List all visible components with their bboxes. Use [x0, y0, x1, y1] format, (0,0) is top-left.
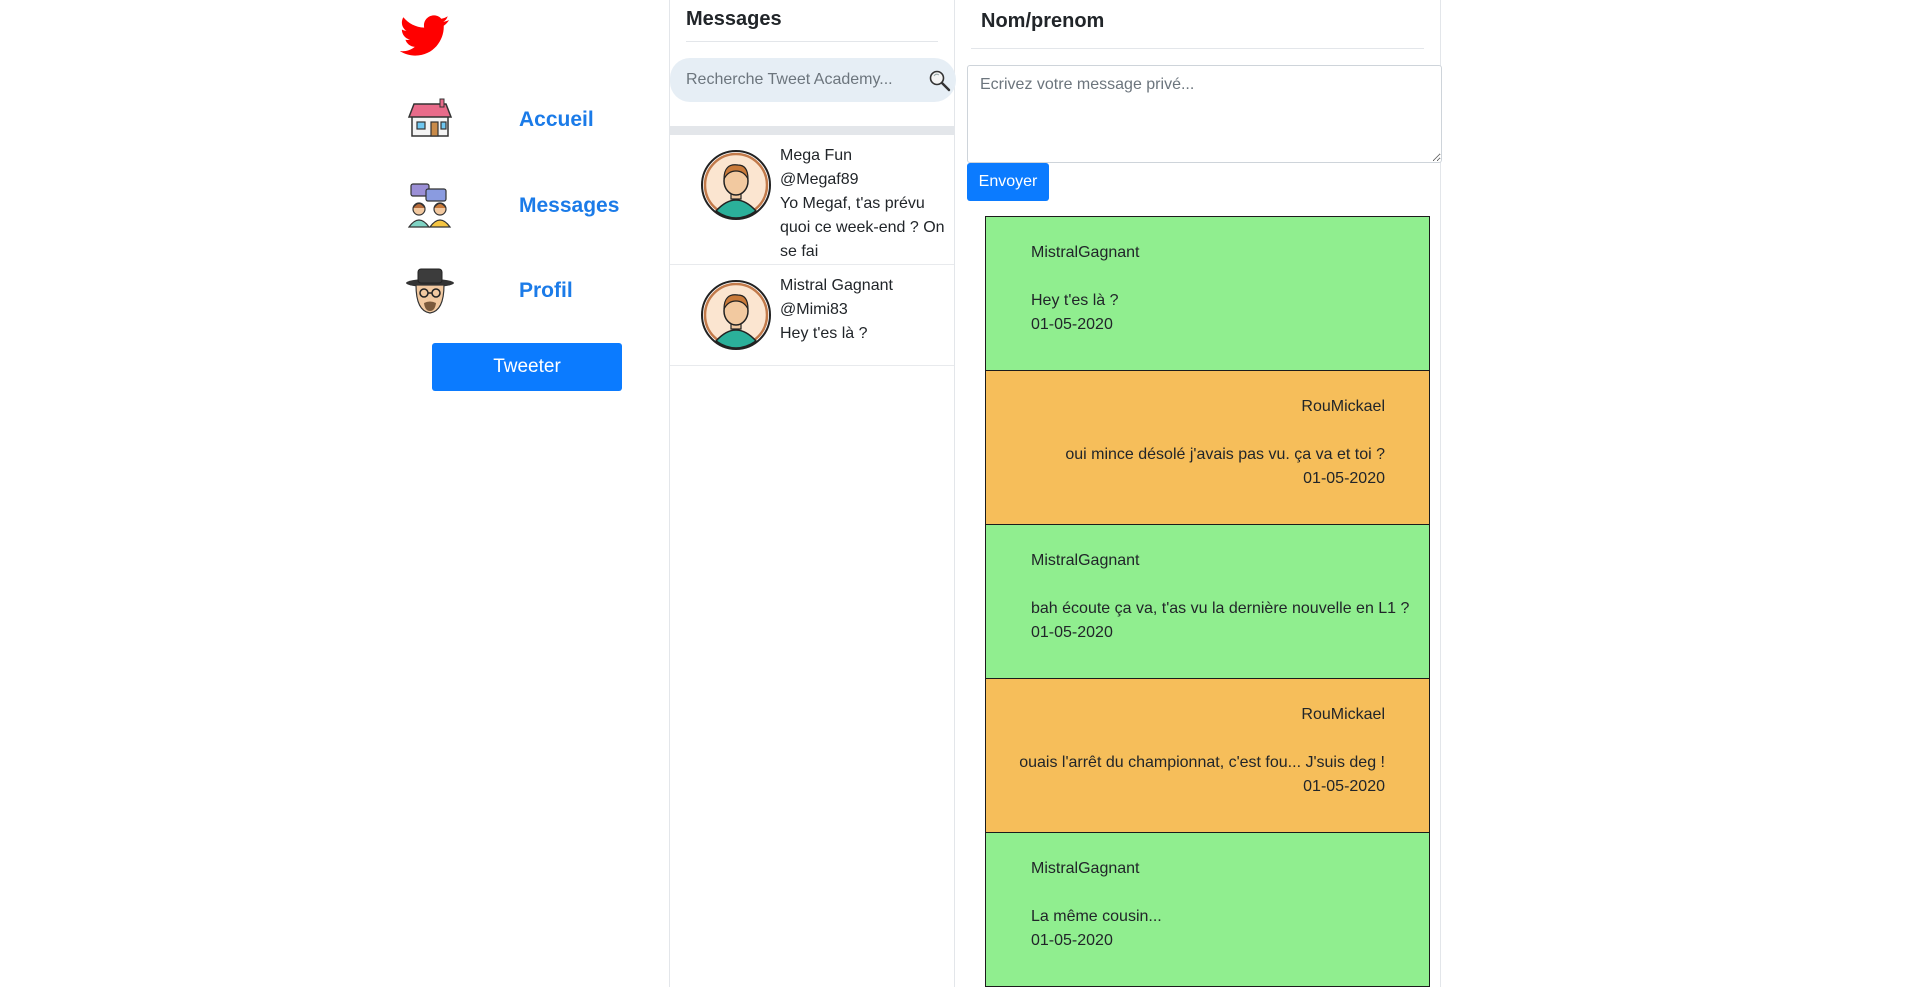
user-avatar-icon	[701, 150, 771, 220]
chat-people-icon	[407, 183, 452, 228]
twitter-bird-icon[interactable]	[400, 14, 450, 58]
message-author: MistralGagnant	[1031, 552, 1140, 569]
nav-item-profil[interactable]: Profil	[395, 261, 665, 321]
conversation-name: Mistral Gagnant	[780, 277, 893, 294]
nav-label-messages[interactable]: Messages	[519, 194, 619, 218]
message-text: Hey t'es là ?	[1031, 292, 1119, 309]
message-text: bah écoute ça va, t'as vu la dernière no…	[1031, 600, 1410, 617]
tweet-button[interactable]: Tweeter	[432, 343, 622, 391]
message-author: RouMickael	[1301, 398, 1385, 415]
divider	[971, 48, 1424, 49]
conversation-name: Mega Fun	[780, 147, 853, 164]
conversation-handle: @Megaf89	[780, 171, 859, 188]
conversation-list-panel: Messages Mega Fun @Megaf89 Yo Megaf, t'a…	[669, 0, 956, 987]
message-text: La même cousin...	[1031, 908, 1162, 925]
private-message-input[interactable]	[967, 65, 1442, 163]
send-button[interactable]: Envoyer	[967, 163, 1049, 201]
message-date: 01-05-2020	[1031, 624, 1113, 641]
conversation-text: Mistral Gagnant @Mimi83 Hey t'es là ?	[780, 274, 950, 346]
house-icon	[407, 98, 453, 137]
message-incoming: MistralGagnant Hey t'es là ? 01-05-2020	[985, 216, 1430, 371]
chat-panel: Nom/prenom Envoyer MistralGagnant Hey t'…	[955, 0, 1442, 987]
search-icon[interactable]	[928, 69, 952, 93]
heisenberg-avatar-icon	[406, 268, 454, 314]
nav-label-accueil[interactable]: Accueil	[519, 108, 594, 132]
conversation-list-title: Messages	[686, 8, 782, 30]
conversation-preview: Yo Megaf, t'as prévu quoi ce week-end ? …	[780, 195, 945, 260]
divider	[686, 41, 938, 42]
message-author: RouMickael	[1301, 706, 1385, 723]
message-text: oui mince désolé j'avais pas vu. ça va e…	[1065, 446, 1385, 463]
search-input[interactable]	[670, 58, 910, 102]
message-date: 01-05-2020	[1303, 470, 1385, 487]
conversation-text: Mega Fun @Megaf89 Yo Megaf, t'as prévu q…	[780, 144, 950, 264]
message-date: 01-05-2020	[1031, 316, 1113, 333]
message-author: MistralGagnant	[1031, 244, 1140, 261]
conversation-item[interactable]: Mega Fun @Megaf89 Yo Megaf, t'as prévu q…	[670, 135, 954, 265]
nav-item-messages[interactable]: Messages	[395, 176, 665, 236]
divider	[670, 126, 954, 135]
sidebar: Accueil Messages Profil Tweeter	[395, 0, 665, 987]
message-incoming: MistralGagnant bah écoute ça va, t'as vu…	[985, 524, 1430, 679]
message-date: 01-05-2020	[1031, 932, 1113, 949]
chat-title: Nom/prenom	[981, 10, 1105, 32]
conversation-preview: Hey t'es là ?	[780, 325, 868, 342]
message-date: 01-05-2020	[1303, 778, 1385, 795]
message-text: ouais l'arrêt du championnat, c'est fou.…	[1019, 754, 1385, 771]
conversation-item[interactable]: Mistral Gagnant @Mimi83 Hey t'es là ?	[670, 265, 954, 366]
message-thread: MistralGagnant Hey t'es là ? 01-05-2020 …	[985, 216, 1430, 987]
conversation-handle: @Mimi83	[780, 301, 848, 318]
nav-item-accueil[interactable]: Accueil	[395, 90, 665, 150]
user-avatar-icon	[701, 280, 771, 350]
search-bar[interactable]	[670, 58, 956, 102]
message-outgoing: RouMickael oui mince désolé j'avais pas …	[985, 370, 1430, 525]
nav-label-profil[interactable]: Profil	[519, 279, 573, 303]
message-incoming: MistralGagnant La même cousin... 01-05-2…	[985, 832, 1430, 987]
message-outgoing: RouMickael ouais l'arrêt du championnat,…	[985, 678, 1430, 833]
message-author: MistralGagnant	[1031, 860, 1140, 877]
